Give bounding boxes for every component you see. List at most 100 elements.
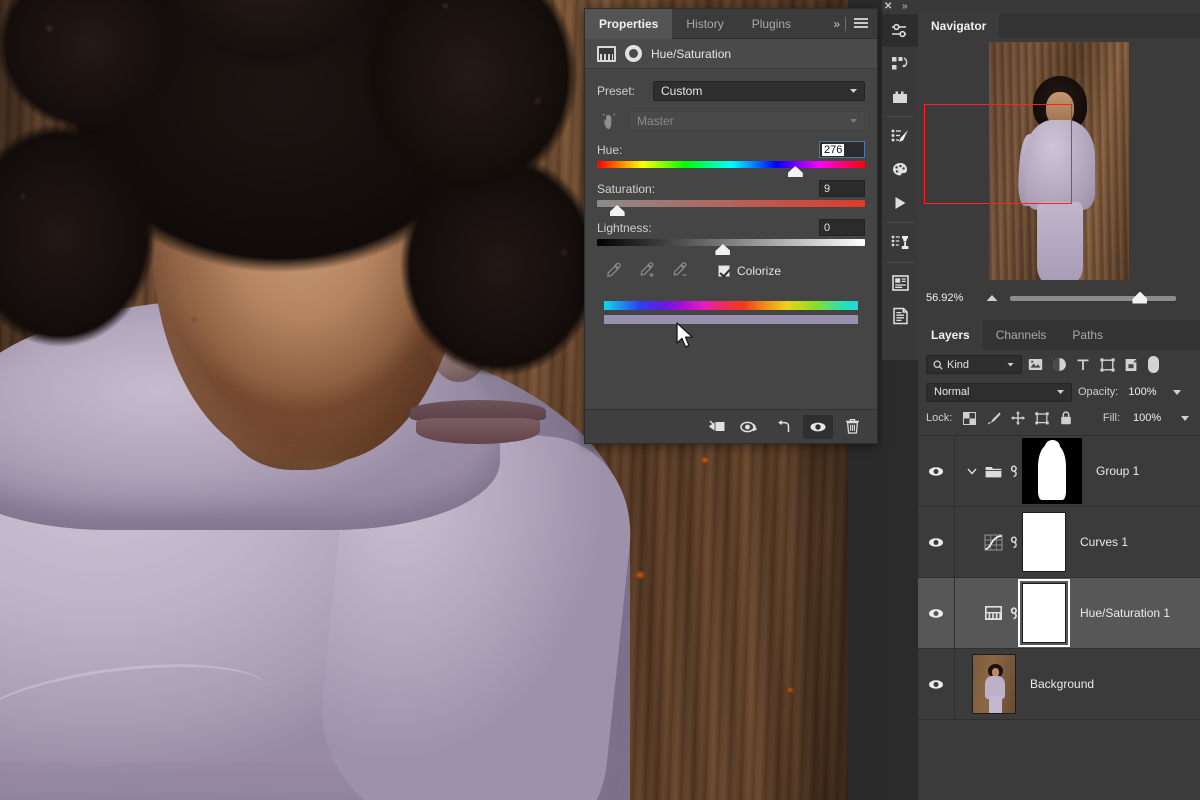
- channel-select[interactable]: Master: [629, 111, 865, 131]
- tab-channels[interactable]: Channels: [983, 320, 1060, 350]
- curves-adjustment-icon[interactable]: [982, 534, 1004, 551]
- saturation-label-row: Saturation: 9: [597, 180, 865, 197]
- adjustment-layer-filter-icon[interactable]: [1048, 355, 1070, 375]
- table-row[interactable]: Hue/Saturation 1: [918, 578, 1200, 649]
- link-mask-icon[interactable]: [1004, 534, 1022, 551]
- timeline-play-icon[interactable]: [882, 186, 918, 219]
- search-icon: [933, 360, 943, 370]
- eyedropper-icon[interactable]: [605, 262, 622, 279]
- targeted-adjustment-hand-icon[interactable]: [597, 110, 623, 132]
- lightness-slider-track[interactable]: [597, 239, 865, 246]
- layer-visibility-toggle[interactable]: [918, 466, 954, 477]
- filter-kind-select[interactable]: Kind: [926, 355, 1022, 374]
- background-photo-thumbnail: [972, 654, 1016, 714]
- link-mask-icon[interactable]: [1004, 605, 1022, 622]
- lock-image-pixels-icon[interactable]: [986, 411, 1001, 426]
- layer-row-divider: [954, 436, 955, 506]
- shape-layer-filter-icon[interactable]: [1096, 355, 1118, 375]
- result-color-strip[interactable]: [604, 315, 858, 324]
- zoom-slider-track[interactable]: [1010, 296, 1176, 301]
- clip-to-layer-button[interactable]: [701, 415, 731, 439]
- blend-mode-select[interactable]: Normal: [926, 383, 1072, 402]
- layer-mask-thumbnail[interactable]: [1022, 583, 1066, 643]
- opacity-value[interactable]: 100%: [1124, 383, 1164, 401]
- preset-value: Custom: [661, 84, 702, 98]
- tab-layers[interactable]: Layers: [918, 320, 983, 350]
- layer-name[interactable]: Hue/Saturation 1: [1080, 606, 1170, 620]
- saturation-value: 9: [824, 183, 830, 195]
- panel-menu-icon[interactable]: [854, 18, 868, 29]
- layer-visibility-toggle[interactable]: [918, 608, 954, 619]
- hue-slider-track[interactable]: [597, 161, 865, 168]
- layer-mask-thumbnail[interactable]: [1022, 438, 1082, 504]
- saturation-value-input[interactable]: 9: [819, 180, 865, 197]
- pixel-layer-filter-icon[interactable]: [1024, 355, 1046, 375]
- layers-panel: Layers Channels Paths Kind: [918, 320, 1200, 800]
- tab-paths[interactable]: Paths: [1059, 320, 1116, 350]
- table-row[interactable]: Group 1: [918, 436, 1200, 507]
- clone-source-icon[interactable]: [882, 226, 918, 259]
- close-icon[interactable]: ✕: [884, 1, 892, 12]
- chevron-down-icon: [850, 119, 857, 123]
- eyedropper-subtract-icon[interactable]: [671, 262, 688, 279]
- layer-mask-thumbnail[interactable]: [1022, 512, 1066, 572]
- lightness-value-input[interactable]: 0: [819, 219, 865, 236]
- layer-name[interactable]: Background: [1030, 677, 1094, 691]
- eyedropper-add-icon[interactable]: [638, 262, 655, 279]
- libraries-icon[interactable]: [882, 80, 918, 113]
- preset-select[interactable]: Custom: [653, 81, 865, 101]
- toggle-previous-state-button[interactable]: [735, 415, 765, 439]
- adjustments-icon[interactable]: [882, 14, 918, 47]
- layer-visibility-toggle[interactable]: [918, 679, 954, 690]
- actions-icon[interactable]: [882, 47, 918, 80]
- zoom-percentage[interactable]: 56.92%: [918, 292, 980, 304]
- tab-history[interactable]: History: [672, 9, 737, 39]
- layer-visibility-toggle[interactable]: [918, 537, 954, 548]
- layer-name[interactable]: Curves 1: [1080, 535, 1128, 549]
- saturation-slider-track[interactable]: [597, 200, 865, 207]
- fill-value[interactable]: 100%: [1129, 409, 1169, 427]
- group-expand-chevron-down-icon[interactable]: [962, 468, 982, 475]
- tab-plugins[interactable]: Plugins: [738, 9, 805, 39]
- colorize-checkbox[interactable]: [718, 265, 730, 277]
- filter-toggle-switch[interactable]: [1148, 356, 1159, 373]
- hue-spectrum-strip[interactable]: [604, 301, 858, 310]
- half-circle-mask-icon[interactable]: [625, 45, 642, 62]
- table-row[interactable]: Curves 1: [918, 507, 1200, 578]
- brush-settings-icon[interactable]: [882, 120, 918, 153]
- chevron-down-icon: [1057, 390, 1064, 394]
- character-icon[interactable]: [882, 266, 918, 299]
- navigator-preview[interactable]: [918, 38, 1200, 284]
- zoom-out-mountain-icon[interactable]: [980, 295, 1004, 301]
- chevron-double-right-icon[interactable]: »: [827, 17, 845, 31]
- navigator-view-box[interactable]: [924, 104, 1072, 204]
- toggle-visibility-button[interactable]: [803, 415, 833, 439]
- lightness-slider-thumb[interactable]: [715, 244, 730, 255]
- lock-artboard-nesting-icon[interactable]: [1034, 411, 1049, 426]
- tab-navigator[interactable]: Navigator: [918, 14, 999, 38]
- type-layer-filter-icon[interactable]: [1072, 355, 1094, 375]
- tab-properties[interactable]: Properties: [585, 9, 672, 39]
- smart-object-filter-icon[interactable]: [1120, 355, 1142, 375]
- expand-panels-icon[interactable]: »: [902, 1, 907, 12]
- lock-transparent-pixels-icon[interactable]: [962, 411, 977, 426]
- zoom-slider-thumb[interactable]: [1132, 292, 1147, 304]
- fill-chevron-down-icon[interactable]: [1178, 409, 1192, 427]
- lock-all-icon[interactable]: [1058, 411, 1073, 426]
- swatches-icon[interactable]: [882, 153, 918, 186]
- table-row[interactable]: Background: [918, 649, 1200, 720]
- colorize-control[interactable]: Colorize: [718, 264, 781, 278]
- delete-layer-button[interactable]: [837, 415, 867, 439]
- eye-icon: [928, 537, 944, 548]
- lock-position-icon[interactable]: [1010, 411, 1025, 426]
- hue-saturation-adjustment-icon[interactable]: [982, 605, 1004, 621]
- opacity-chevron-down-icon[interactable]: [1170, 383, 1184, 401]
- layer-thumbnail[interactable]: [972, 654, 1016, 714]
- reset-button[interactable]: [769, 415, 799, 439]
- layer-name[interactable]: Group 1: [1096, 464, 1139, 478]
- hue-slider-thumb[interactable]: [788, 166, 803, 177]
- saturation-slider-thumb[interactable]: [610, 205, 625, 216]
- hue-value-input[interactable]: 276: [819, 141, 865, 158]
- paragraph-icon[interactable]: [882, 299, 918, 332]
- link-mask-icon[interactable]: [1004, 463, 1022, 480]
